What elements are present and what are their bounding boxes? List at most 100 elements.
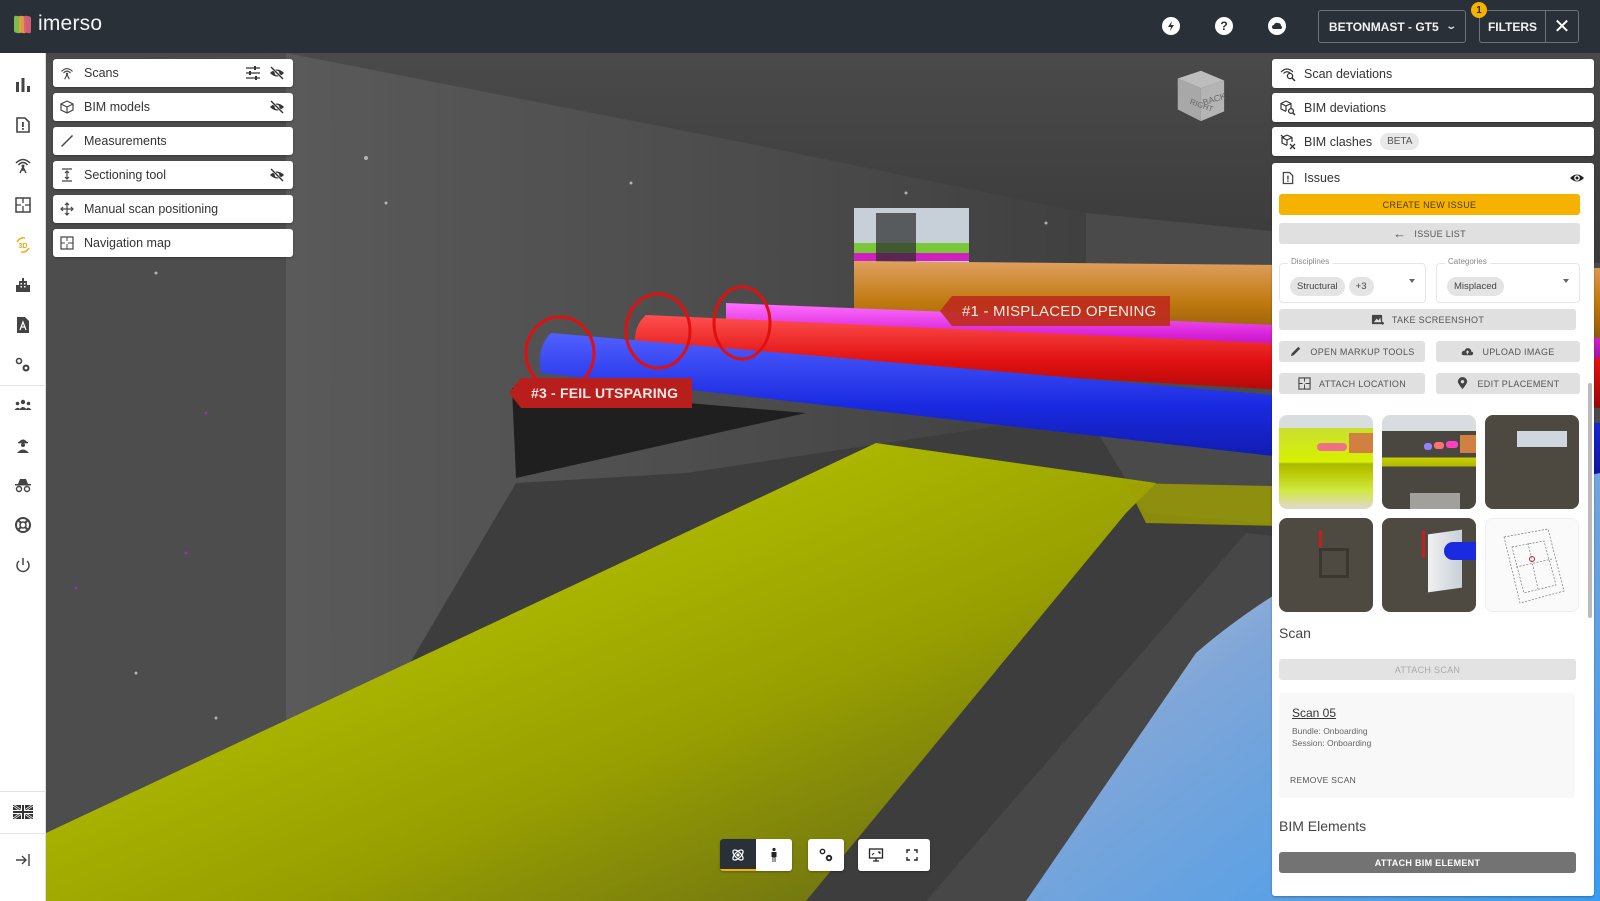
layer-manual-scan-positioning[interactable]: Manual scan positioning [53, 195, 293, 223]
nav-logout[interactable] [0, 545, 46, 585]
nav-drawings[interactable] [0, 305, 46, 345]
scan-link[interactable]: Scan 05 [1292, 706, 1336, 720]
cube-icon [60, 100, 74, 114]
layer-sectioning-tool[interactable]: Sectioning tool [53, 161, 293, 189]
incognito-icon [15, 479, 31, 493]
issue-tag-3-label: #3 - FEIL UTSPARING [531, 385, 679, 401]
take-screenshot-button[interactable]: TAKE SCREENSHOT [1279, 309, 1576, 330]
attached-scan-card: Scan 05 Bundle: Onboarding Session: Onbo… [1279, 693, 1575, 798]
layer-bim-models[interactable]: BIM models [53, 93, 293, 121]
walk-icon [771, 847, 777, 862]
section-icon [60, 168, 74, 182]
take-screenshot-label: TAKE SCREENSHOT [1391, 314, 1485, 325]
issue-thumbnail[interactable] [1485, 518, 1579, 612]
issue-list-button[interactable]: ← ISSUE LIST [1279, 223, 1580, 244]
issues-title: Issues [1304, 171, 1341, 185]
eye-off-icon[interactable] [269, 99, 285, 115]
issue-thumbnail[interactable] [1382, 518, 1476, 612]
categories-select[interactable]: Categories Misplaced [1436, 257, 1580, 303]
remove-scan-button[interactable]: REMOVE SCAN [1290, 775, 1356, 785]
bar-chart-icon [16, 78, 30, 92]
language-button[interactable] [0, 792, 46, 832]
view-cube[interactable]: RIGHT BACK [1170, 65, 1228, 123]
app-root: RIGHT BACK #1 - MISPLACED OPENING #3 - F… [0, 0, 1600, 901]
nav-3d-viewer[interactable]: 3D [0, 225, 46, 265]
edit-placement-label: EDIT PLACEMENT [1477, 378, 1560, 389]
project-select[interactable]: BETONMAST - GT5 ⌄ [1318, 10, 1466, 43]
eye-off-icon[interactable] [269, 65, 285, 81]
nav-dashboard[interactable] [0, 65, 46, 105]
issue-thumbnail[interactable] [1382, 415, 1476, 509]
present-mode-button[interactable] [858, 839, 894, 871]
issue-thumbnail[interactable] [1279, 415, 1373, 509]
issue-tag-1[interactable]: #1 - MISPLACED OPENING [940, 296, 1171, 326]
dropdown-arrow-icon [1409, 279, 1415, 283]
scan-session: Session: Onboarding [1292, 738, 1372, 748]
logo[interactable]: imerso [14, 12, 102, 36]
discipline-chip[interactable]: Structural [1290, 277, 1345, 296]
issue-thumbnail[interactable] [1485, 415, 1579, 509]
orbit-mode-button[interactable] [720, 839, 756, 871]
upload-image-button[interactable]: UPLOAD IMAGE [1436, 341, 1580, 362]
lightning-icon[interactable] [1162, 17, 1180, 35]
issue-thumbnail[interactable] [1279, 518, 1373, 612]
attach-scan-button[interactable]: ATTACH SCAN [1279, 659, 1576, 680]
attach-location-button[interactable]: ATTACH LOCATION [1279, 373, 1425, 394]
nav-incognito[interactable] [0, 465, 46, 505]
create-new-issue-button[interactable]: CREATE NEW ISSUE [1279, 194, 1580, 215]
viewer-settings-button[interactable] [808, 839, 844, 871]
sliders-icon[interactable] [245, 65, 261, 81]
disciplines-label: Disciplines [1288, 257, 1333, 266]
attach-bim-element-button[interactable]: ATTACH BIM ELEMENT [1279, 852, 1576, 873]
walk-mode-button[interactable] [756, 839, 792, 871]
floor-plan-icon [1298, 377, 1311, 390]
discipline-more-chip[interactable]: +3 [1348, 277, 1374, 296]
open-markup-tools-button[interactable]: OPEN MARKUP TOOLS [1279, 341, 1425, 362]
layer-label: Manual scan positioning [84, 202, 219, 216]
left-nav: 3D [0, 53, 46, 901]
edit-placement-button[interactable]: EDIT PLACEMENT [1436, 373, 1580, 394]
nav-workers[interactable] [0, 425, 46, 465]
layer-navigation-map[interactable]: Navigation map [53, 229, 293, 257]
category-chip[interactable]: Misplaced [1447, 277, 1504, 296]
logo-mark-icon [14, 15, 32, 33]
nav-support[interactable] [0, 505, 46, 545]
navigation-mode-group [720, 839, 792, 871]
fullscreen-button[interactable] [894, 839, 930, 871]
nav-floor-plans[interactable] [0, 185, 46, 225]
collapse-nav-button[interactable] [0, 840, 46, 880]
eye-icon[interactable] [1568, 169, 1586, 187]
nav-settings[interactable] [0, 345, 46, 385]
issue-image-gallery [1279, 415, 1581, 612]
settings-icon [819, 848, 833, 862]
disciplines-select[interactable]: Disciplines Structural +3 [1279, 257, 1426, 303]
issues-header[interactable]: Issues [1272, 163, 1594, 193]
help-icon[interactable]: ? [1215, 17, 1233, 35]
scan-deviations-label: Scan deviations [1304, 66, 1393, 81]
nav-scans[interactable] [0, 145, 46, 185]
pen-icon [1291, 346, 1301, 357]
nav-users[interactable] [0, 385, 46, 425]
layer-scans[interactable]: Scans [53, 59, 293, 87]
scanner-icon [15, 158, 31, 174]
cloud-upload-icon [1462, 348, 1474, 356]
viewer-settings-group [808, 839, 844, 871]
scan-deviations-item[interactable]: Scan deviations [1272, 59, 1594, 88]
cloud-icon[interactable] [1268, 17, 1286, 35]
close-icon[interactable]: ✕ [1546, 11, 1578, 42]
eye-off-icon[interactable] [269, 167, 285, 183]
scan-bundle: Bundle: Onboarding [1292, 726, 1368, 736]
nav-buildings[interactable] [0, 265, 46, 305]
top-bar: imerso ? BETONMAST - GT5 ⌄ FILTERS ✕ 1 [0, 0, 1600, 53]
bim-deviations-item[interactable]: BIM deviations [1272, 93, 1594, 122]
bim-clashes-item[interactable]: BIM clashes BETA [1272, 127, 1594, 156]
issue-tag-3[interactable]: #3 - FEIL UTSPARING [509, 378, 693, 408]
panel-scrollbar[interactable] [1588, 383, 1592, 618]
layer-measurements[interactable]: Measurements [53, 127, 293, 155]
svg-text:3D: 3D [19, 243, 28, 250]
beta-badge: BETA [1380, 133, 1420, 150]
filters-button[interactable]: FILTERS [1480, 11, 1546, 42]
floor-plan-icon [15, 197, 31, 213]
nav-issues[interactable] [0, 105, 46, 145]
layer-label: Navigation map [84, 236, 171, 250]
